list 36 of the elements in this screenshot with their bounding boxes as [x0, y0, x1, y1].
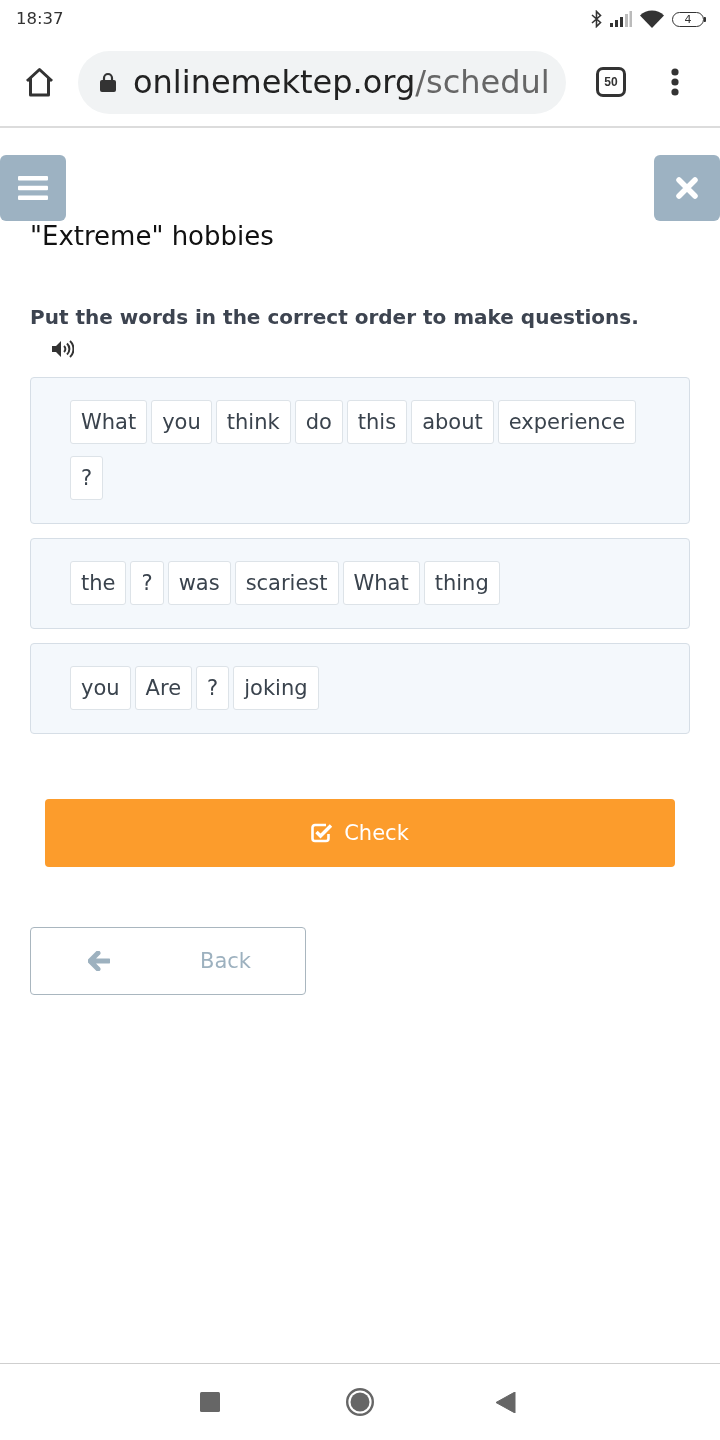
lock-icon [100, 72, 116, 92]
word-chip[interactable]: was [167, 561, 231, 605]
wifi-icon [640, 10, 664, 28]
word-chip[interactable]: What [70, 400, 148, 444]
tab-count-button[interactable]: 50 [596, 67, 626, 97]
word-chip[interactable]: about [411, 400, 494, 444]
arrow-left-icon [88, 951, 110, 971]
word-chip[interactable]: experience [497, 400, 637, 444]
word-chip[interactable]: What [342, 561, 420, 605]
word-chip[interactable]: scariest [234, 561, 339, 605]
word-chip[interactable]: Are [134, 666, 193, 710]
word-chip[interactable]: ? [70, 456, 104, 500]
word-chip[interactable]: joking [233, 666, 319, 710]
circle-icon[interactable] [346, 1388, 374, 1416]
signal-icon [610, 11, 632, 27]
word-chip[interactable]: thing [423, 561, 500, 605]
url-field[interactable]: onlinemektep.org/schedul [78, 50, 566, 114]
word-chip[interactable]: do [294, 400, 343, 444]
speaker-icon[interactable] [52, 340, 74, 358]
more-icon[interactable] [671, 68, 679, 96]
triangle-icon[interactable] [496, 1391, 516, 1413]
word-chip[interactable]: ? [196, 666, 230, 710]
word-chip[interactable]: you [70, 666, 131, 710]
lesson-title: "Extreme" hobbies [30, 221, 275, 251]
bluetooth-icon [591, 10, 602, 28]
word-chip[interactable]: ? [130, 561, 164, 605]
status-time: 18:37 [16, 9, 64, 29]
home-icon[interactable] [24, 67, 55, 97]
word-chip[interactable]: you [151, 400, 212, 444]
word-chip[interactable]: this [346, 400, 408, 444]
word-chip[interactable]: think [215, 400, 291, 444]
menu-icon [18, 176, 48, 200]
checkbox-icon [311, 823, 334, 843]
instruction-text: Put the words in the correct order to make questions. [30, 304, 640, 330]
close-icon [676, 177, 698, 199]
word-chip[interactable]: the [70, 561, 127, 605]
